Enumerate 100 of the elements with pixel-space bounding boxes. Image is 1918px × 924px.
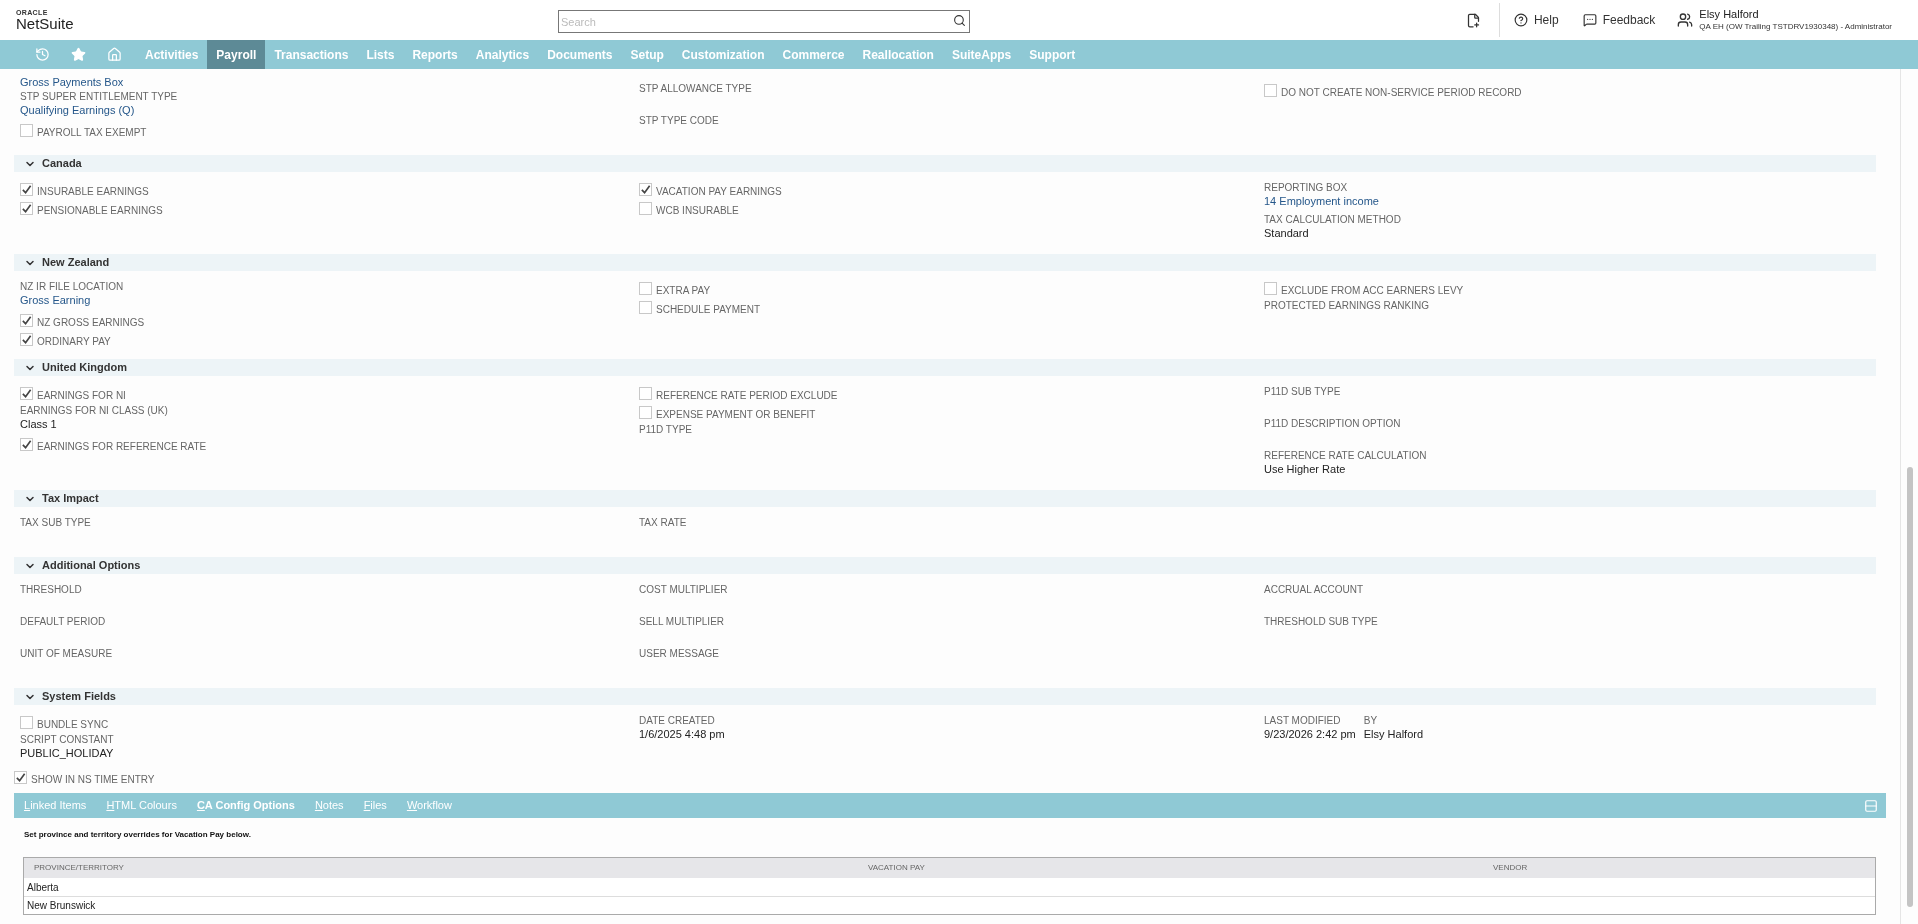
checkbox[interactable] (20, 124, 33, 137)
checkbox[interactable] (1264, 84, 1277, 97)
field-value: Use Higher Rate (1264, 462, 1346, 476)
field-label: DEFAULT PERIOD (20, 615, 107, 628)
field-label: PROTECTED EARNINGS RANKING (1264, 299, 1431, 312)
field-label: UNIT OF MEASURE (20, 647, 114, 660)
checkbox-label: EXCLUDE FROM ACC EARNERS LEVY (1281, 283, 1464, 298)
checkbox-label: REFERENCE RATE PERIOD EXCLUDE (656, 388, 838, 403)
user-name[interactable]: Elsy Halford (1699, 8, 1892, 22)
section-title: Tax Impact (42, 491, 99, 507)
checkbox-label: NZ GROSS EARNINGS (37, 315, 145, 330)
checkbox[interactable] (20, 438, 33, 451)
checkbox[interactable] (1264, 282, 1277, 295)
column-header[interactable]: PROVINCE/TERRITORY (24, 862, 850, 874)
star-icon[interactable] (70, 47, 86, 62)
checkbox-label: ORDINARY PAY (37, 334, 111, 349)
field-value: PUBLIC_HOLIDAY (20, 746, 114, 760)
checkbox-label: DO NOT CREATE NON-SERVICE PERIOD RECORD (1281, 85, 1522, 100)
subtab-note: Set province and territory overrides for Vacation Pay below. (23, 829, 252, 841)
field-label: THRESHOLD SUB TYPE (1264, 615, 1379, 628)
field-label: REFERENCE RATE CALCULATION (1264, 449, 1428, 462)
field-label: STP SUPER ENTITLEMENT TYPE (20, 90, 179, 103)
field-label: LAST MODIFIED (1264, 714, 1342, 727)
logo[interactable]: NetSuite (16, 16, 558, 31)
help-button[interactable]: Help (1513, 11, 1559, 29)
checkbox[interactable] (639, 406, 652, 419)
history-icon[interactable] (34, 47, 50, 62)
roles-icon[interactable] (1677, 12, 1694, 28)
field-label: TAX SUB TYPE (20, 516, 92, 529)
section-title: Canada (42, 156, 82, 172)
field-value: 9/23/2026 2:42 pm (1264, 727, 1356, 741)
checkbox-label: VACATION PAY EARNINGS (656, 184, 782, 199)
section-header[interactable]: New Zealand (14, 254, 1876, 271)
field-label: REPORTING BOX (1264, 181, 1349, 194)
checkbox[interactable] (20, 387, 33, 400)
table-cell-text: Alberta (26, 880, 60, 895)
field-link[interactable]: Qualifying Earnings (Q) (20, 103, 135, 117)
checkbox[interactable] (639, 387, 652, 400)
section-header[interactable]: System Fields (14, 688, 1876, 705)
checkbox[interactable] (20, 314, 33, 327)
checkbox[interactable] (639, 183, 652, 196)
checkbox[interactable] (639, 202, 652, 215)
field-label: SCRIPT CONSTANT (20, 733, 115, 746)
field-label: P11D DESCRIPTION OPTION (1264, 417, 1402, 430)
field-label: DATE CREATED (639, 714, 716, 727)
field-label: USER MESSAGE (639, 647, 721, 660)
speech-bubble-icon[interactable] (1582, 13, 1597, 27)
checkbox[interactable] (20, 716, 33, 729)
add-page-icon[interactable] (1465, 12, 1481, 28)
field-value: Class 1 (20, 417, 57, 431)
checkbox[interactable] (20, 202, 33, 215)
nav-tab[interactable]: Payroll (207, 40, 266, 69)
field-label: STP TYPE CODE (639, 114, 720, 127)
field-link[interactable]: 14 Employment income (1264, 194, 1379, 208)
checkbox[interactable] (639, 282, 652, 295)
section-header[interactable]: Tax Impact (14, 490, 1876, 507)
checkbox-label: SCHEDULE PAYMENT (656, 302, 761, 317)
layout-icon[interactable] (1864, 798, 1878, 813)
section-title: United Kingdom (42, 360, 127, 376)
section-header[interactable]: Canada (14, 155, 1876, 172)
section-header[interactable]: Additional Options (14, 557, 1876, 574)
field-label: BY (1363, 714, 1379, 727)
field-link[interactable]: Gross Earning (20, 293, 91, 307)
field-label: P11D SUB TYPE (1264, 385, 1342, 398)
field-label: ACCRUAL ACCOUNT (1264, 583, 1365, 596)
help-icon[interactable] (1513, 13, 1528, 27)
checkbox-label: PAYROLL TAX EXEMPT (37, 125, 147, 140)
feedback-button[interactable]: Feedback (1582, 11, 1656, 29)
field-label: THRESHOLD (20, 583, 83, 596)
field-label: STP ALLOWANCE TYPE (639, 82, 753, 95)
checkbox[interactable] (14, 771, 27, 784)
checkbox-label: BUNDLE SYNC (37, 717, 109, 732)
field-label: P11D TYPE (639, 423, 693, 436)
checkbox[interactable] (639, 301, 652, 314)
field-link[interactable]: Gross Payments Box (20, 75, 124, 89)
checkbox-label: EARNINGS FOR NI (37, 388, 126, 403)
checkbox-label: PENSIONABLE EARNINGS (37, 203, 163, 218)
field-value: Standard (1264, 226, 1309, 240)
checkbox[interactable] (20, 333, 33, 346)
field-label: TAX CALCULATION METHOD (1264, 213, 1402, 226)
checkbox-label: SHOW IN NS TIME ENTRY (31, 772, 155, 787)
section-header[interactable]: United Kingdom (14, 359, 1876, 376)
column-header[interactable]: VACATION PAY (850, 862, 1475, 874)
checkbox-label: EXTRA PAY (656, 283, 711, 298)
field-label: SELL MULTIPLIER (639, 615, 726, 628)
checkbox-label: EARNINGS FOR REFERENCE RATE (37, 439, 207, 454)
column-header[interactable]: VENDOR (1475, 862, 1875, 874)
checkbox[interactable] (20, 183, 33, 196)
checkbox-label: INSURABLE EARNINGS (37, 184, 149, 199)
scrollbar-thumb[interactable] (1906, 467, 1913, 907)
section-title: Additional Options (42, 558, 141, 574)
home-icon[interactable] (106, 47, 122, 62)
search-field[interactable]: Search (558, 10, 970, 33)
field-label: TAX RATE (639, 516, 688, 529)
section-title: System Fields (42, 689, 116, 705)
checkbox-label: EXPENSE PAYMENT OR BENEFIT (656, 407, 816, 422)
user-role[interactable]: QA EH (OW Trailing TSTDRV1930348) - Administrator (1699, 21, 1892, 32)
field-value: 1/6/2025 4:48 pm (639, 727, 725, 741)
search-icon[interactable] (953, 13, 966, 27)
table-cell-text: New Brunswick (26, 899, 97, 913)
